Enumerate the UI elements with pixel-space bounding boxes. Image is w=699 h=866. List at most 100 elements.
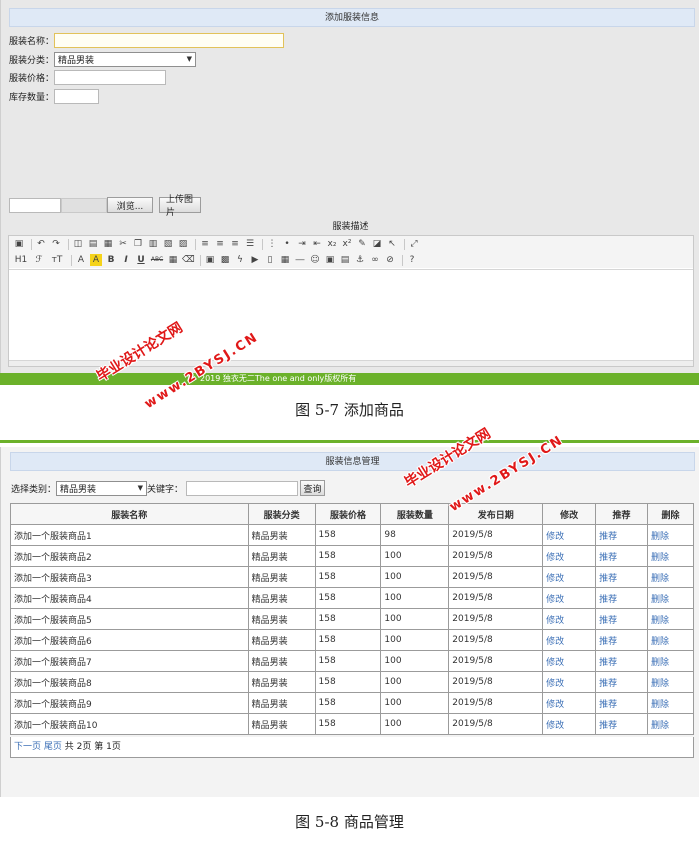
- undo-icon[interactable]: ↶: [35, 238, 47, 250]
- recommend-link[interactable]: 推荐: [595, 608, 649, 630]
- category-filter-select[interactable]: 精品男装 ▼: [56, 480, 148, 496]
- filter-row: 选择类别： 精品男装 ▼ 关键字： 查询: [11, 480, 326, 496]
- about-icon[interactable]: ?: [406, 254, 418, 266]
- template-icon[interactable]: ▦: [102, 238, 114, 250]
- paste-word-icon[interactable]: ▨: [177, 238, 189, 250]
- edit-link[interactable]: 修改: [542, 650, 597, 672]
- edit-link[interactable]: 修改: [542, 566, 597, 588]
- underline-icon[interactable]: U: [135, 254, 147, 266]
- delete-link[interactable]: 删除: [647, 692, 694, 714]
- background-color-icon[interactable]: A: [90, 254, 102, 266]
- recommend-link[interactable]: 推荐: [595, 524, 649, 546]
- cursor-icon[interactable]: ↖: [386, 238, 398, 250]
- anchor-icon[interactable]: ⚓: [354, 254, 366, 266]
- category-row: 服装分类： 精品男装 ▼: [9, 51, 197, 67]
- upload-image-button[interactable]: 上传图片: [159, 195, 201, 218]
- last-page-link[interactable]: 尾页: [44, 742, 62, 752]
- name-input[interactable]: [54, 32, 285, 48]
- edit-link[interactable]: 修改: [542, 524, 597, 546]
- multi-image-icon[interactable]: ▩: [219, 254, 231, 266]
- align-left-icon[interactable]: ≡: [199, 238, 211, 250]
- delete-link[interactable]: 删除: [647, 650, 694, 672]
- image-icon[interactable]: ▣: [204, 254, 216, 266]
- strikethrough-icon[interactable]: ABC: [150, 254, 164, 266]
- next-page-link[interactable]: 下一页: [14, 742, 41, 752]
- remove-format-icon[interactable]: ⌫: [182, 254, 195, 266]
- superscript-icon[interactable]: x²: [341, 238, 353, 250]
- category-select[interactable]: 精品男装 ▼: [54, 51, 197, 67]
- recommend-link[interactable]: 推荐: [595, 629, 649, 651]
- font-size-icon[interactable]: тT: [49, 254, 65, 266]
- recommend-link[interactable]: 推荐: [595, 566, 649, 588]
- toolbar-separator: [262, 238, 263, 250]
- recommend-link[interactable]: 推荐: [595, 713, 649, 735]
- paste-icon[interactable]: ▥: [147, 238, 159, 250]
- pagebreak-icon[interactable]: ▤: [339, 254, 351, 266]
- delete-link[interactable]: 删除: [647, 671, 694, 693]
- delete-link[interactable]: 删除: [647, 713, 694, 735]
- map-icon[interactable]: ▣: [324, 254, 336, 266]
- clear-format-icon[interactable]: ✎: [356, 238, 368, 250]
- preview-icon[interactable]: ◫: [72, 238, 84, 250]
- cut-icon[interactable]: ✂: [117, 238, 129, 250]
- recommend-link[interactable]: 推荐: [595, 587, 649, 609]
- keyword-input[interactable]: [186, 480, 299, 496]
- recommend-link[interactable]: 推荐: [595, 671, 649, 693]
- source-icon[interactable]: ▣: [13, 238, 25, 250]
- justify-icon[interactable]: ☰: [244, 238, 256, 250]
- indent-icon[interactable]: ⇥: [296, 238, 308, 250]
- ordered-list-icon[interactable]: ⋮: [266, 238, 278, 250]
- edit-link[interactable]: 修改: [542, 671, 597, 693]
- print-icon[interactable]: ▤: [87, 238, 99, 250]
- delete-link[interactable]: 删除: [647, 587, 694, 609]
- redo-icon[interactable]: ↷: [50, 238, 62, 250]
- product-name-cell: 添加一个服装商品4: [10, 587, 249, 609]
- unlink-icon[interactable]: ⊘: [384, 254, 396, 266]
- subscript-icon[interactable]: x₂: [326, 238, 338, 250]
- stock-input[interactable]: [54, 88, 100, 104]
- delete-link[interactable]: 删除: [647, 566, 694, 588]
- edit-link[interactable]: 修改: [542, 629, 597, 651]
- table-icon[interactable]: ▦: [279, 254, 291, 266]
- edit-link[interactable]: 修改: [542, 692, 597, 714]
- image-path-input[interactable]: [9, 197, 61, 213]
- price-input[interactable]: [54, 69, 167, 85]
- delete-link[interactable]: 删除: [647, 524, 694, 546]
- media-icon[interactable]: ▶: [249, 254, 261, 266]
- font-family-icon[interactable]: ℱ: [32, 254, 46, 266]
- line-height-icon[interactable]: ▦: [167, 254, 179, 266]
- fullscreen-icon[interactable]: ⤢: [408, 238, 420, 250]
- product-name-cell: 添加一个服装商品10: [10, 713, 249, 735]
- emoticon-icon[interactable]: ☺: [309, 254, 321, 266]
- delete-link[interactable]: 删除: [647, 629, 694, 651]
- bold-icon[interactable]: B: [105, 254, 117, 266]
- outdent-icon[interactable]: ⇤: [311, 238, 323, 250]
- file-icon[interactable]: ▯: [264, 254, 276, 266]
- recommend-link[interactable]: 推荐: [595, 545, 649, 567]
- hr-icon[interactable]: ―: [294, 254, 306, 266]
- delete-link[interactable]: 删除: [647, 608, 694, 630]
- italic-icon[interactable]: I: [120, 254, 132, 266]
- edit-link[interactable]: 修改: [542, 545, 597, 567]
- editor-content-area[interactable]: [9, 269, 693, 360]
- align-right-icon[interactable]: ≡: [229, 238, 241, 250]
- recommend-link[interactable]: 推荐: [595, 692, 649, 714]
- edit-link[interactable]: 修改: [542, 608, 597, 630]
- heading-icon[interactable]: H1: [13, 254, 29, 266]
- quantity-cell: 98: [380, 524, 450, 546]
- select-all-icon[interactable]: ◪: [371, 238, 383, 250]
- font-color-icon[interactable]: A: [75, 254, 87, 266]
- delete-link[interactable]: 删除: [647, 545, 694, 567]
- price-cell: 158: [314, 650, 382, 672]
- browse-button[interactable]: 浏览...: [107, 197, 153, 213]
- edit-link[interactable]: 修改: [542, 587, 597, 609]
- paste-text-icon[interactable]: ▧: [162, 238, 174, 250]
- align-center-icon[interactable]: ≡: [214, 238, 226, 250]
- flash-icon[interactable]: ϟ: [234, 254, 246, 266]
- edit-link[interactable]: 修改: [542, 713, 597, 735]
- copy-icon[interactable]: ❐: [132, 238, 144, 250]
- link-icon[interactable]: ∞: [369, 254, 381, 266]
- unordered-list-icon[interactable]: •: [281, 238, 293, 250]
- recommend-link[interactable]: 推荐: [595, 650, 649, 672]
- query-button[interactable]: 查询: [300, 480, 326, 496]
